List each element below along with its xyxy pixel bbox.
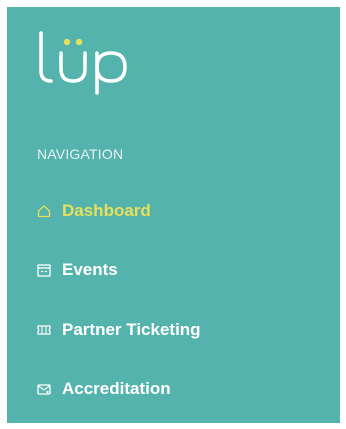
nav-item-events[interactable]: Events: [37, 257, 118, 283]
lup-logo-icon: [39, 31, 127, 95]
nav-item-label: Dashboard: [62, 201, 151, 220]
nav-item-label: Events: [62, 260, 118, 279]
nav-item-label: Accreditation: [62, 379, 171, 398]
nav-item-dashboard[interactable]: Dashboard: [37, 198, 151, 224]
sidebar: NAVIGATION Dashboard Events Partner Tick…: [7, 7, 340, 423]
home-icon: [37, 204, 51, 218]
app-logo[interactable]: [35, 25, 155, 95]
ticket-icon: [37, 323, 51, 337]
calendar-icon: [37, 263, 51, 277]
nav-item-label: Partner Ticketing: [62, 320, 201, 339]
navigation-section-label: NAVIGATION: [37, 146, 124, 162]
badge-icon: [37, 382, 51, 396]
nav-item-partner-ticketing[interactable]: Partner Ticketing: [37, 317, 201, 343]
nav-item-accreditation[interactable]: Accreditation: [37, 376, 171, 402]
